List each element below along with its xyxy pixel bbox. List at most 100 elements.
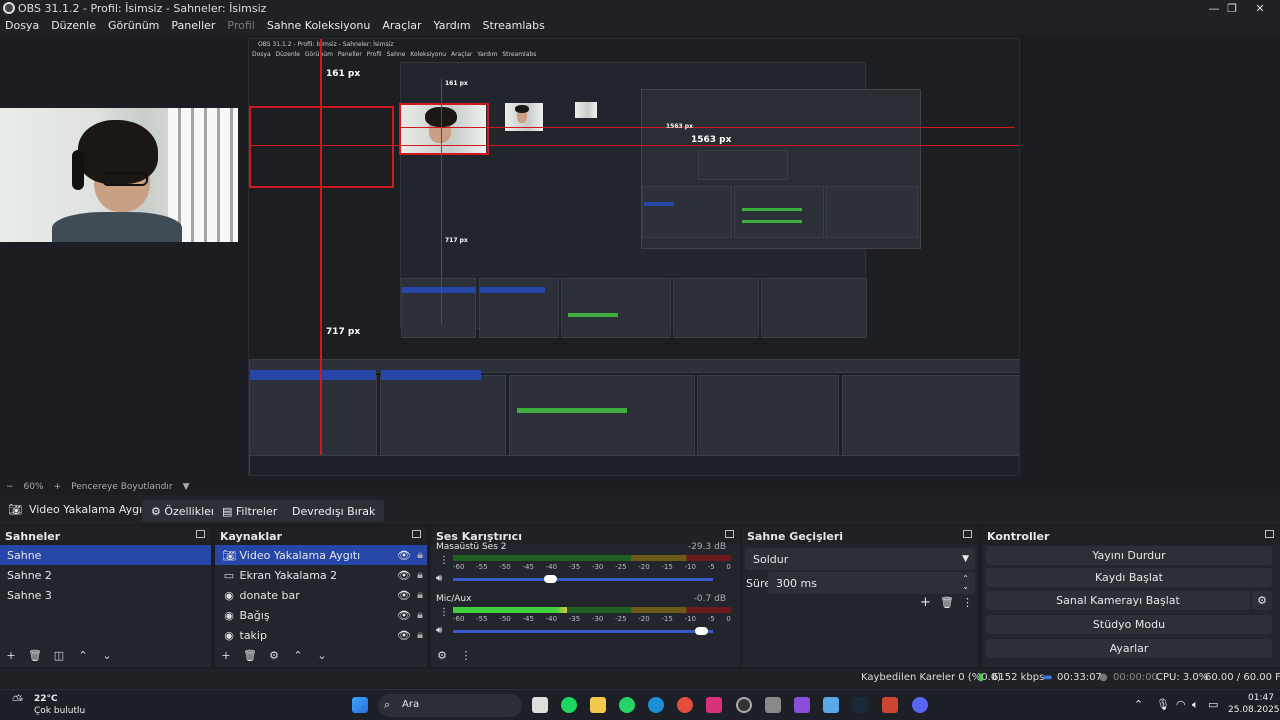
remove-scene-icon[interactable]: 🗑︎	[28, 649, 42, 662]
stepper-icon[interactable]: ⌃ ⌄	[962, 575, 969, 591]
source-item[interactable]: ◉ takip 👁 🔒︎	[215, 625, 427, 645]
spotify-icon[interactable]	[561, 697, 577, 713]
menu-profile[interactable]: Profil	[227, 19, 254, 32]
transition-type-select[interactable]: Soldur ▼	[745, 548, 975, 570]
add-transition-icon[interactable]: +	[920, 595, 931, 610]
mixer-menu-icon[interactable]: ⋮	[459, 649, 473, 662]
unity-icon[interactable]	[765, 697, 781, 713]
volume-slider[interactable]	[453, 627, 713, 635]
undock-icon[interactable]	[1265, 530, 1274, 538]
task-view-icon[interactable]	[532, 697, 548, 713]
discord-icon[interactable]	[912, 697, 928, 713]
visibility-eye-icon[interactable]: 👁	[397, 629, 411, 642]
wifi-icon[interactable]: ◠	[1176, 698, 1186, 711]
move-up-icon[interactable]: ⌃	[291, 649, 305, 662]
scale-mode[interactable]: Pencereye Boyutlandır	[71, 482, 172, 492]
battery-icon[interactable]: ▭	[1208, 698, 1218, 711]
chrome-icon[interactable]	[677, 697, 693, 713]
start-virtual-camera-button[interactable]: Sanal Kamerayı Başlat	[986, 591, 1250, 610]
app-icon[interactable]	[823, 697, 839, 713]
weather-temp[interactable]: 22°C	[34, 694, 58, 704]
undock-icon[interactable]	[412, 530, 421, 538]
visibility-eye-icon[interactable]: 👁	[397, 549, 411, 562]
move-down-icon[interactable]: ⌄	[315, 649, 329, 662]
menu-file[interactable]: Dosya	[5, 19, 39, 32]
channel-menu-icon[interactable]: ⋮	[439, 607, 449, 618]
file-explorer-icon[interactable]	[590, 697, 606, 713]
source-item[interactable]: 📷︎ Video Yakalama Aygıtı 👁 🔒︎	[215, 545, 427, 565]
visual-studio-icon[interactable]	[794, 697, 810, 713]
visibility-eye-icon[interactable]: 👁	[397, 609, 411, 622]
deactivate-button[interactable]: Devredışı Bırak	[283, 500, 385, 522]
microphone-icon[interactable]: 🎙︎	[1156, 698, 1170, 711]
menu-docks[interactable]: Paneller	[171, 19, 215, 32]
source-item[interactable]: ◉ Bağış 👁 🔒︎	[215, 605, 427, 625]
scale-mode-dropdown-icon[interactable]: ▼	[183, 482, 190, 492]
visibility-eye-icon[interactable]: 👁	[397, 589, 411, 602]
volume-icon[interactable]: 🔈︎	[1192, 698, 1199, 712]
undock-icon[interactable]	[196, 530, 205, 538]
start-icon[interactable]	[352, 697, 368, 713]
instagram-icon[interactable]	[706, 697, 722, 713]
whatsapp-icon[interactable]	[619, 697, 635, 713]
volume-slider-knob[interactable]	[544, 575, 557, 583]
settings-button[interactable]: Ayarlar	[986, 639, 1272, 658]
remove-source-icon[interactable]: 🗑︎	[243, 649, 257, 662]
filters-button[interactable]: ▤ Filtreler	[213, 500, 287, 522]
lock-icon[interactable]: 🔒︎	[417, 628, 423, 642]
zoom-in-button[interactable]: +	[54, 482, 62, 492]
volume-slider-knob[interactable]	[694, 627, 708, 635]
source-item[interactable]: ▭ Ekran Yakalama 2 👁 🔒︎	[215, 565, 427, 585]
speaker-icon[interactable]: 🔊︎	[436, 625, 442, 636]
meter-tick-label: 0	[726, 615, 731, 623]
source-item[interactable]: ◉ donate bar 👁 🔒︎	[215, 585, 427, 605]
lock-icon[interactable]: 🔒︎	[417, 568, 423, 582]
virtual-camera-settings-button[interactable]: ⚙	[1252, 591, 1272, 610]
volume-slider[interactable]	[453, 575, 713, 583]
channel-menu-icon[interactable]: ⋮	[439, 555, 449, 566]
clock-date[interactable]: 25.08.2025	[1228, 705, 1280, 715]
add-source-icon[interactable]: +	[219, 649, 233, 662]
globe-icon: ◉	[224, 628, 234, 642]
start-recording-button[interactable]: Kaydı Başlat	[986, 568, 1272, 587]
obs-taskbar-icon[interactable]	[736, 697, 752, 713]
lock-icon[interactable]: 🔒︎	[417, 608, 423, 622]
remove-transition-icon[interactable]: 🗑︎	[940, 596, 954, 609]
app-icon[interactable]	[882, 697, 898, 713]
menu-streamlabs[interactable]: Streamlabs	[483, 19, 545, 32]
menu-scene-collection[interactable]: Sahne Koleksiyonu	[267, 19, 371, 32]
visibility-eye-icon[interactable]: 👁	[397, 569, 411, 582]
zoom-out-button[interactable]: −	[6, 482, 14, 492]
scene-filters-icon[interactable]: ◫	[52, 649, 66, 662]
menu-tools[interactable]: Araçlar	[382, 19, 421, 32]
chevron-up-icon[interactable]: ⌃	[1134, 698, 1143, 711]
menu-help[interactable]: Yardım	[434, 19, 471, 32]
scene-item[interactable]: Sahne 2	[0, 565, 211, 585]
menu-view[interactable]: Görünüm	[108, 19, 159, 32]
scene-item[interactable]: Sahne	[0, 545, 211, 565]
lock-icon[interactable]: 🔒︎	[417, 588, 423, 602]
undock-icon[interactable]	[963, 530, 972, 538]
weather-icon[interactable]: ⛅︎	[12, 693, 23, 709]
preview-zoom-bar: − 60% + Pencereye Boyutlandır ▼	[0, 479, 1280, 495]
weather-text[interactable]: Çok bulutlu	[34, 706, 85, 716]
lock-icon[interactable]: 🔒︎	[417, 548, 423, 562]
menu-edit[interactable]: Düzenle	[51, 19, 96, 32]
move-up-icon[interactable]: ⌃	[76, 649, 90, 662]
taskbar-search[interactable]: ⌕ Ara	[378, 694, 522, 717]
steam-icon[interactable]	[852, 697, 868, 713]
add-scene-icon[interactable]: +	[4, 649, 18, 662]
studio-mode-button[interactable]: Stüdyo Modu	[986, 615, 1272, 634]
undock-icon[interactable]	[725, 530, 734, 538]
scene-item[interactable]: Sahne 3	[0, 585, 211, 605]
move-down-icon[interactable]: ⌄	[100, 649, 114, 662]
edge-icon[interactable]	[648, 697, 664, 713]
speaker-icon[interactable]: 🔊︎	[436, 573, 442, 584]
clock-time[interactable]: 01:47	[1248, 693, 1274, 703]
source-properties-icon[interactable]: ⚙	[267, 649, 281, 662]
duration-input[interactable]: 300 ms ⌃ ⌄	[768, 572, 975, 594]
transition-menu-icon[interactable]: ⋮	[962, 596, 973, 609]
close-button[interactable]: ✕	[1238, 0, 1280, 16]
advanced-audio-icon[interactable]: ⚙	[435, 649, 449, 662]
stop-streaming-button[interactable]: Yayını Durdur	[986, 546, 1272, 565]
